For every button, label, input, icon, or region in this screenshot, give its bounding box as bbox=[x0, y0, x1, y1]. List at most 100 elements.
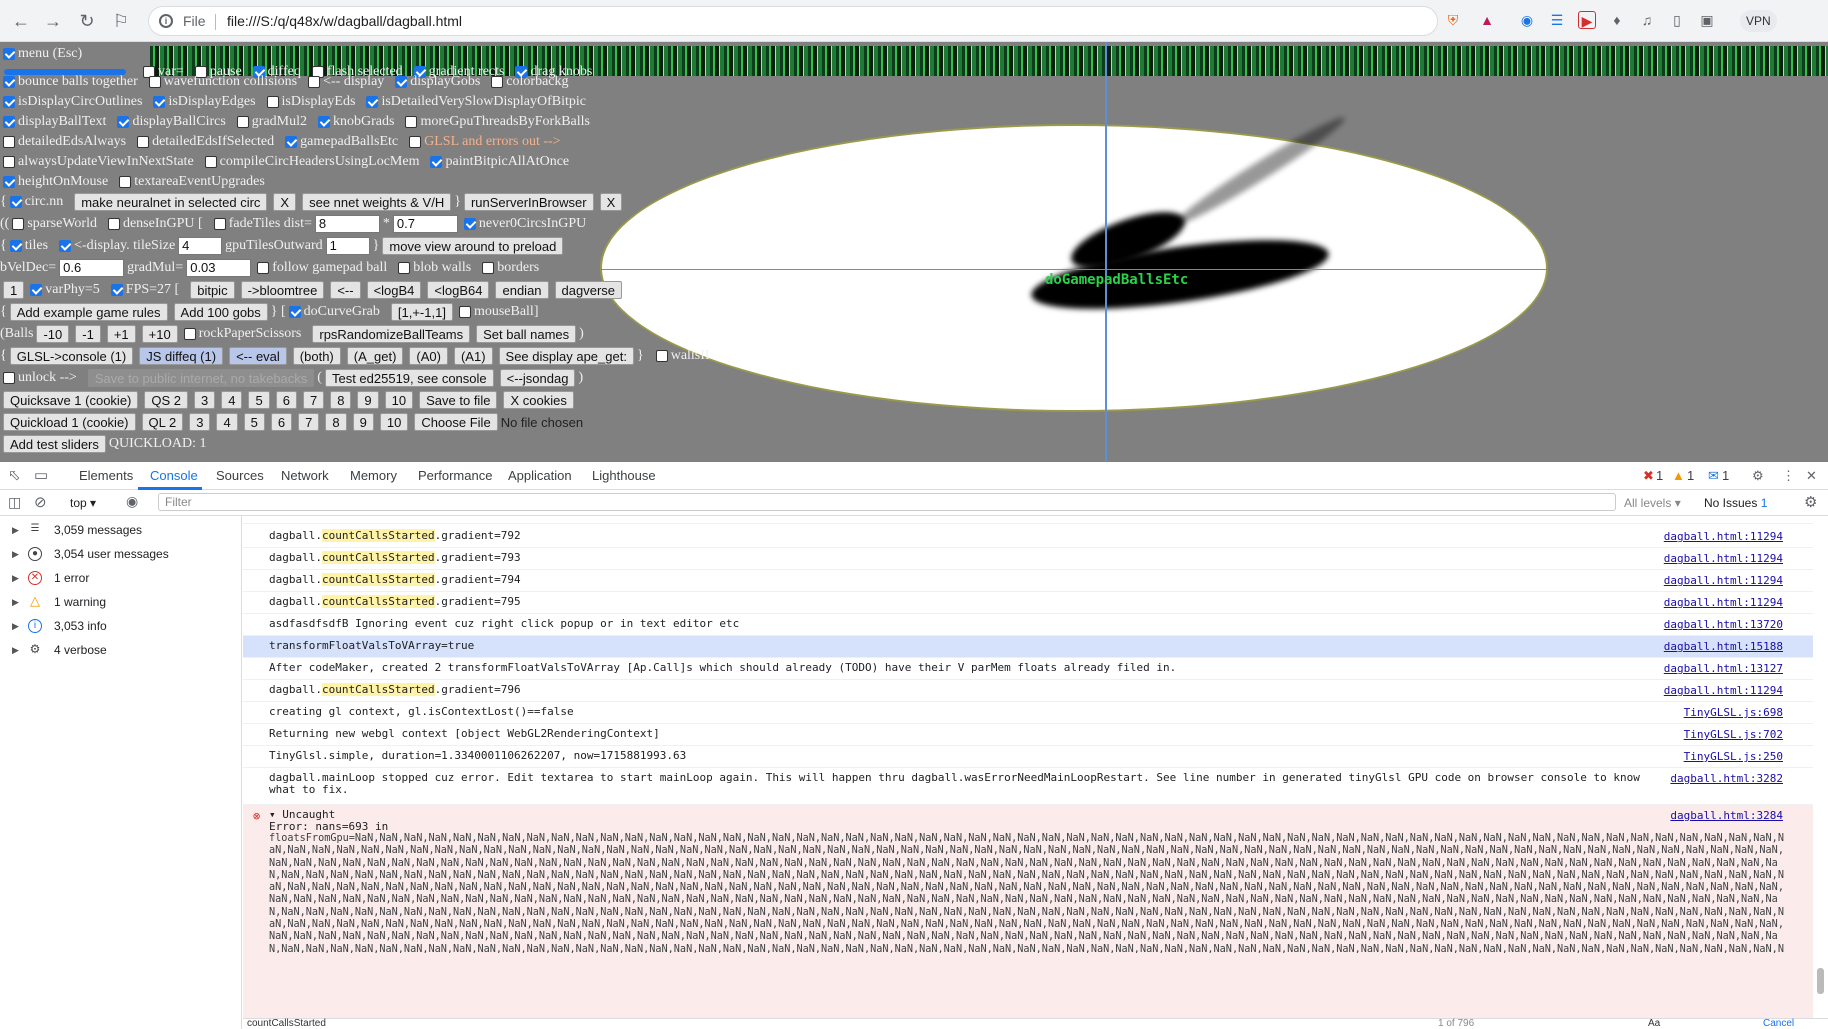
quicksave-slot-button[interactable]: 6 bbox=[275, 391, 297, 409]
bloomtree-button[interactable]: ->bloomtree bbox=[240, 281, 325, 299]
fade-mul-input[interactable]: 0.7 bbox=[392, 215, 458, 233]
source-link[interactable]: dagball.html:11294 bbox=[1664, 596, 1783, 609]
sidebar-item-messages[interactable]: ▶ ☰ 3,059 messages bbox=[0, 518, 242, 542]
borders-checkbox[interactable] bbox=[482, 262, 495, 274]
bitpic-button[interactable]: bitpic bbox=[190, 281, 235, 299]
settings-icon[interactable]: ⚙ bbox=[1752, 468, 1764, 484]
choose-file-button[interactable]: Choose File bbox=[414, 413, 498, 431]
plus-10-button[interactable]: +10 bbox=[141, 325, 178, 343]
logb64-button[interactable]: <logB64 bbox=[427, 281, 490, 299]
run-server-button[interactable]: runServerInBrowser bbox=[463, 193, 594, 211]
filter-input[interactable]: Filter bbox=[158, 493, 1616, 511]
gradmul-input[interactable]: 0.03 bbox=[186, 259, 252, 277]
textarea-checkbox[interactable] bbox=[119, 176, 132, 188]
issues-button[interactable]: No Issues 1 bbox=[1704, 496, 1767, 510]
dense-checkbox[interactable] bbox=[107, 218, 120, 230]
veldec-input[interactable]: 0.6 bbox=[59, 259, 125, 277]
height-checkbox[interactable] bbox=[3, 176, 15, 188]
tile-display-checkbox[interactable] bbox=[59, 240, 72, 252]
quickload-slot-button[interactable]: 9 bbox=[352, 413, 374, 431]
expand-icon[interactable]: ▶ bbox=[12, 566, 19, 590]
both-button[interactable]: (both) bbox=[292, 347, 341, 365]
forward-icon[interactable]: → bbox=[40, 8, 66, 34]
see-display-button[interactable]: See display ape_get: bbox=[498, 347, 634, 365]
source-link[interactable]: dagball.html:3282 bbox=[1670, 772, 1783, 785]
eds-checkbox[interactable] bbox=[266, 96, 279, 108]
console-settings-icon[interactable]: ⚙ bbox=[1804, 493, 1817, 511]
rps-checkbox[interactable] bbox=[183, 328, 196, 340]
tab-memory[interactable]: Memory bbox=[350, 468, 397, 483]
unlock-checkbox[interactable] bbox=[3, 372, 15, 384]
eval-button[interactable]: <-- eval bbox=[229, 347, 287, 365]
edges-checkbox[interactable] bbox=[153, 96, 166, 108]
quicksave-slot-button[interactable]: 8 bbox=[330, 391, 352, 409]
source-link[interactable]: TinyGLSL.js:702 bbox=[1684, 728, 1783, 741]
circoutlines-checkbox[interactable] bbox=[3, 96, 15, 108]
brave-rewards-icon[interactable]: ▲ bbox=[1478, 11, 1496, 29]
source-link[interactable]: dagball.html:13127 bbox=[1664, 662, 1783, 675]
blob-checkbox[interactable] bbox=[398, 262, 411, 274]
info-icon[interactable]: i bbox=[159, 14, 173, 28]
sidebar-toggle-icon[interactable]: ◫ bbox=[8, 494, 21, 511]
ballcircs-checkbox[interactable] bbox=[117, 116, 130, 128]
quicksave-2-button[interactable]: QS 2 bbox=[144, 391, 189, 409]
quicksave-slot-button[interactable]: 3 bbox=[194, 391, 216, 409]
quickload-slot-button[interactable]: 8 bbox=[325, 413, 347, 431]
quicksave-slot-button[interactable]: 10 bbox=[384, 391, 414, 409]
fade-dist-input[interactable]: 8 bbox=[314, 215, 380, 233]
info-count[interactable]: 1 bbox=[1722, 468, 1729, 483]
source-link[interactable]: dagball.html:13720 bbox=[1664, 618, 1783, 631]
mouseball-checkbox[interactable] bbox=[458, 306, 471, 318]
add-100-gobs-button[interactable]: Add 100 gobs bbox=[173, 303, 268, 321]
vpn-button[interactable]: VPN bbox=[1740, 10, 1777, 32]
inspect-icon[interactable]: ⬁ bbox=[8, 466, 21, 484]
compile-checkbox[interactable] bbox=[204, 156, 217, 168]
source-link[interactable]: dagball.html:15188 bbox=[1664, 640, 1783, 653]
source-link[interactable]: dagball.html:11294 bbox=[1664, 530, 1783, 543]
sparse-checkbox[interactable] bbox=[12, 218, 25, 230]
glsl-checkbox[interactable] bbox=[409, 136, 422, 148]
source-link[interactable]: TinyGLSL.js:698 bbox=[1684, 706, 1783, 719]
back-button[interactable]: <-- bbox=[330, 281, 361, 299]
glsl-link[interactable]: GLSL and errors out --> bbox=[424, 134, 560, 150]
tab-elements[interactable]: Elements bbox=[79, 468, 133, 483]
save-public-button[interactable]: Save to public internet, no takebacks bbox=[87, 369, 315, 387]
warning-count-icon[interactable]: ▲ bbox=[1672, 468, 1685, 483]
colorbackg-checkbox[interactable] bbox=[491, 76, 504, 88]
set-ball-names-button[interactable]: Set ball names bbox=[476, 325, 577, 343]
one-button[interactable]: 1 bbox=[3, 281, 25, 299]
source-link[interactable]: dagball.html:11294 bbox=[1664, 552, 1783, 565]
match-case-button[interactable]: Aa bbox=[1648, 1018, 1660, 1029]
display-checkbox[interactable] bbox=[308, 76, 321, 88]
move-view-button[interactable]: move view around to preload bbox=[382, 237, 564, 255]
console-scrollbar[interactable] bbox=[1817, 968, 1824, 994]
a0-button[interactable]: (A0) bbox=[409, 347, 448, 365]
quickload-slot-button[interactable]: 4 bbox=[216, 413, 238, 431]
quickload-slot-button[interactable]: 5 bbox=[243, 413, 265, 431]
search-input[interactable]: countCallsStarted bbox=[247, 1018, 326, 1029]
detailed-checkbox[interactable] bbox=[366, 96, 379, 108]
error-row[interactable]: ⊗ ▾ Uncaught Error: nans=693 in floatsFr… bbox=[243, 805, 1813, 1029]
gamepad-checkbox[interactable] bbox=[285, 136, 298, 148]
source-link[interactable]: dagball.html:3284 bbox=[1670, 809, 1783, 822]
back-icon[interactable]: ← bbox=[8, 8, 34, 34]
minus-10-button[interactable]: -10 bbox=[36, 325, 70, 343]
source-link[interactable]: TinyGLSL.js:250 bbox=[1684, 750, 1783, 763]
context-select[interactable]: top ▾ bbox=[70, 496, 96, 510]
moregpu-checkbox[interactable] bbox=[405, 116, 418, 128]
tab-application[interactable]: Application bbox=[508, 468, 572, 483]
a1-button[interactable]: (A1) bbox=[453, 347, 493, 365]
quickload-slot-button[interactable]: 6 bbox=[270, 413, 293, 431]
endian-button[interactable]: endian bbox=[495, 281, 549, 299]
source-link[interactable]: dagball.html:11294 bbox=[1664, 684, 1783, 697]
quickload-slot-button[interactable]: 7 bbox=[298, 413, 320, 431]
error-count-icon[interactable]: ✖ bbox=[1643, 468, 1654, 484]
follow-checkbox[interactable] bbox=[257, 262, 270, 274]
quickload-slot-button[interactable]: 3 bbox=[189, 413, 211, 431]
translate-icon[interactable]: ☰ bbox=[1548, 11, 1566, 29]
sidebar-icon[interactable]: ▯ bbox=[1668, 11, 1686, 29]
balltext-checkbox[interactable] bbox=[3, 116, 15, 128]
quicksave-1-button[interactable]: Quicksave 1 (cookie) bbox=[3, 391, 139, 409]
quickload-slot-button[interactable]: 10 bbox=[379, 413, 409, 431]
sidebar-item-user-messages[interactable]: ▶ ● 3,054 user messages bbox=[0, 542, 242, 566]
